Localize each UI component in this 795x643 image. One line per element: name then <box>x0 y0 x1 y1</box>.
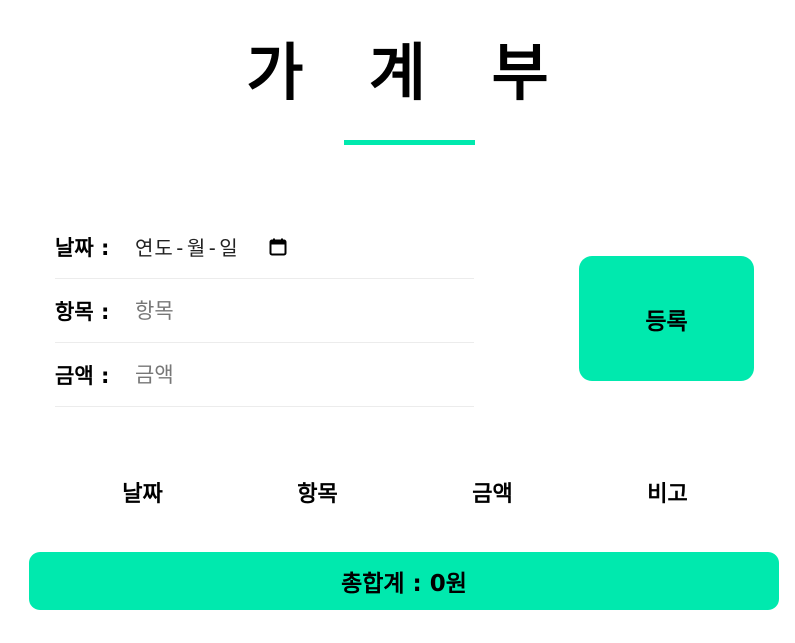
title-underline <box>344 140 475 145</box>
amount-row: 금액 : <box>55 343 474 407</box>
household-ledger-page: 가 계 부 날짜 : 연도-월-일 항목 : 금액 : <box>0 0 795 643</box>
date-placeholder: 연도-월-일 <box>135 236 239 260</box>
page-title: 가 계 부 <box>246 36 571 109</box>
amount-label: 금액 : <box>55 363 110 388</box>
register-button[interactable]: 등록 <box>579 256 754 381</box>
calendar-icon[interactable] <box>269 238 287 256</box>
date-input[interactable]: 연도-월-일 <box>135 232 435 261</box>
column-header-amount: 금액 <box>472 482 513 507</box>
total-sum-text: 총합계 : 0원 <box>341 571 467 597</box>
column-header-note: 비고 <box>647 482 688 507</box>
entry-form: 날짜 : 연도-월-일 항목 : 금액 : <box>55 215 474 407</box>
column-header-item: 항목 <box>297 482 338 507</box>
item-label: 항목 : <box>55 299 110 324</box>
date-label: 날짜 : <box>55 235 110 260</box>
total-sum-bar: 총합계 : 0원 <box>29 552 779 610</box>
date-row: 날짜 : 연도-월-일 <box>55 215 474 279</box>
item-row: 항목 : <box>55 279 474 343</box>
item-input[interactable] <box>135 298 435 323</box>
ledger-table-header: 날짜 항목 금액 비고 <box>55 476 755 508</box>
column-header-date: 날짜 <box>122 482 163 507</box>
amount-input[interactable] <box>135 362 435 387</box>
